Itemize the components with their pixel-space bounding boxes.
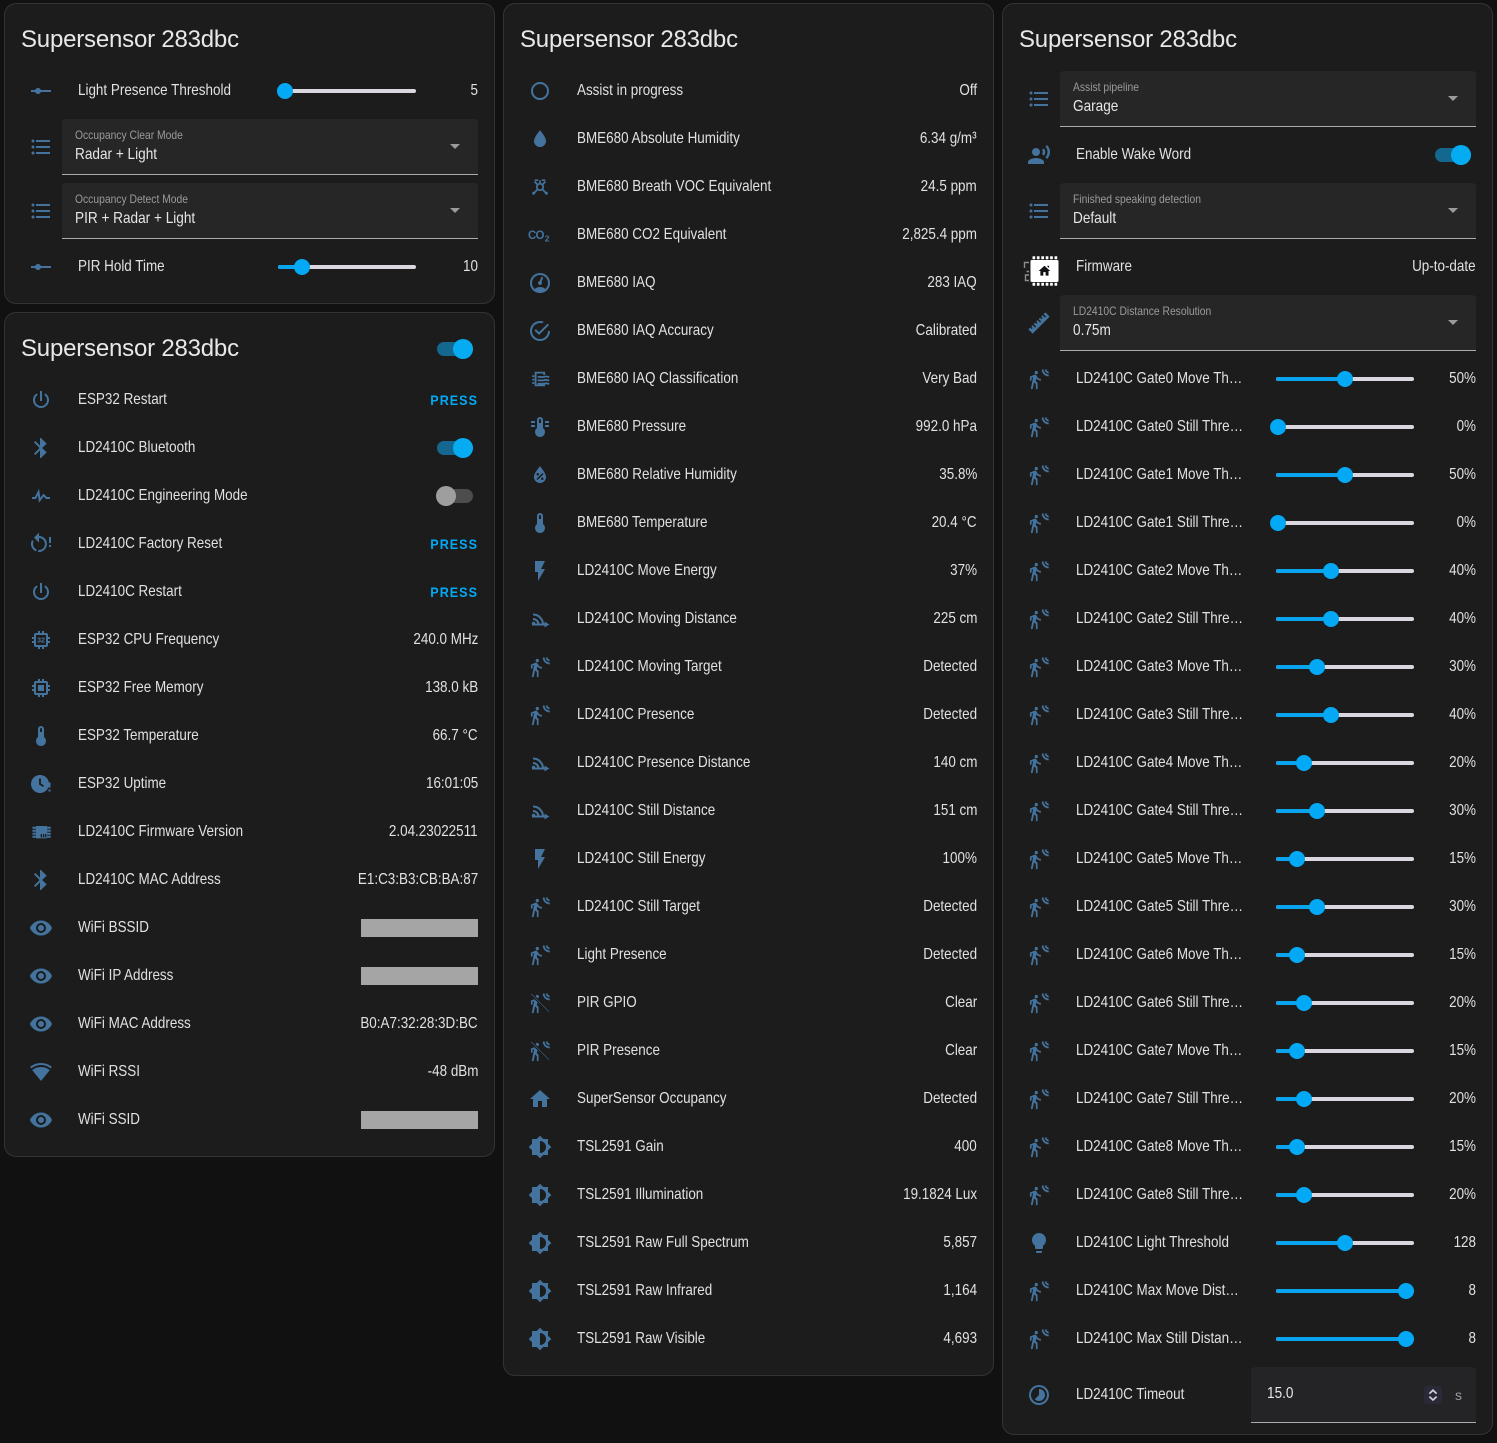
svg-text:CO: CO xyxy=(528,230,545,242)
svg-text:32: 32 xyxy=(37,638,45,645)
svg-text:2: 2 xyxy=(545,234,550,244)
